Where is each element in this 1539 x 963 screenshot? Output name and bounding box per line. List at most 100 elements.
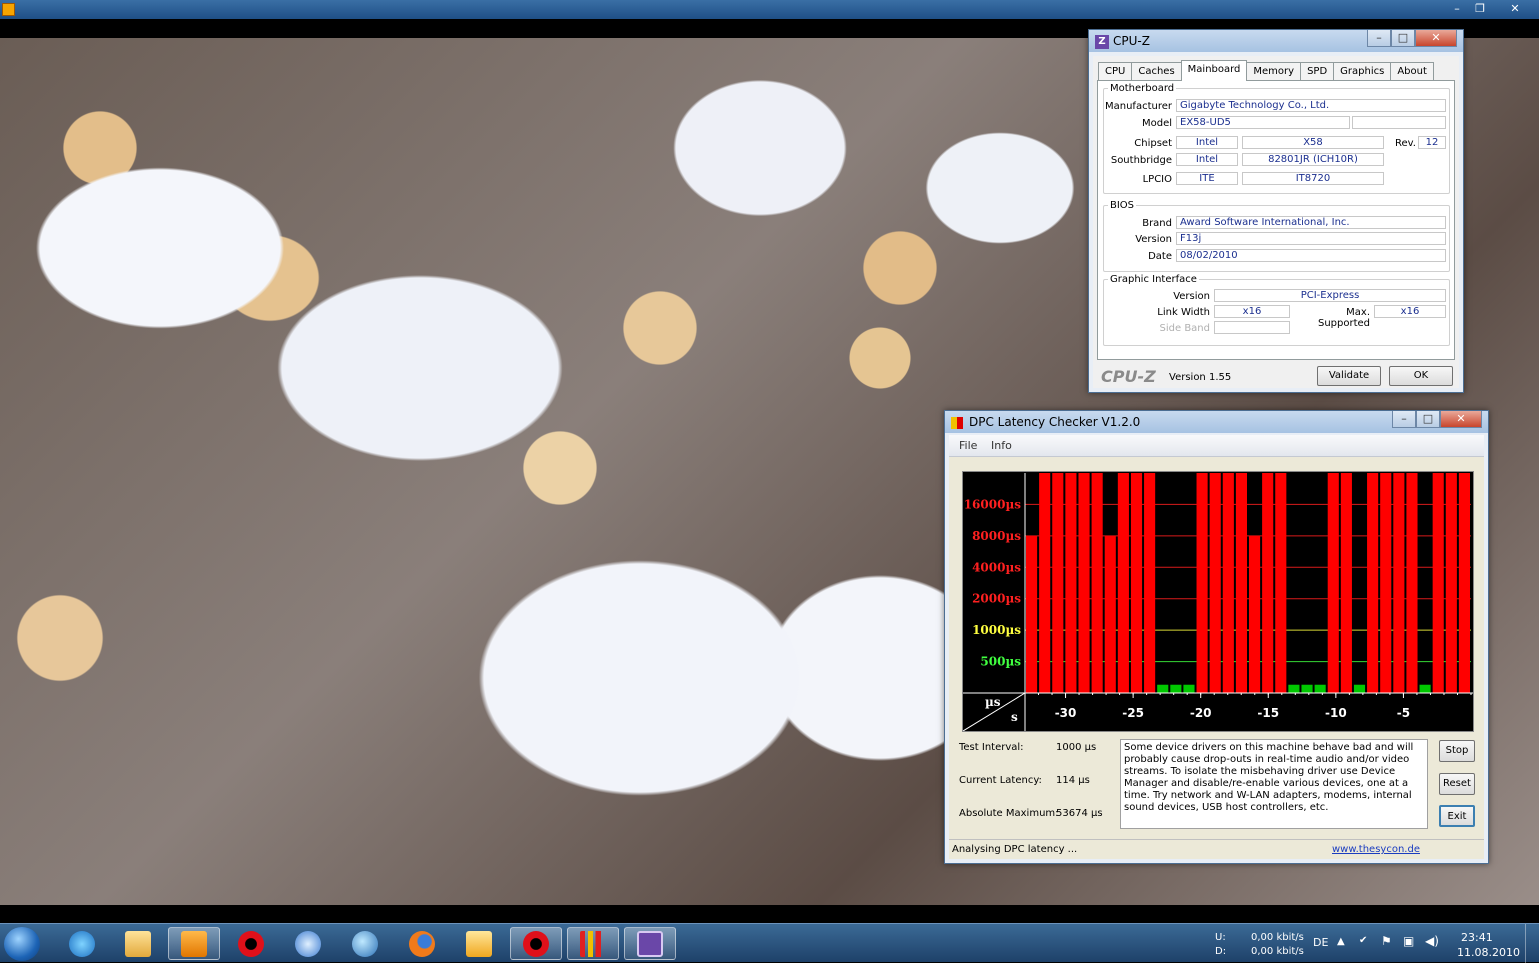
latency-bar-1 <box>1039 473 1051 693</box>
dpc-info-panel: Test Interval: 1000 µs Current Latency: … <box>949 736 1484 836</box>
x-tick-label-0: -30 <box>1055 706 1077 720</box>
test-interval-value: 1000 µs <box>1056 742 1097 753</box>
taskbar-firefox[interactable] <box>396 927 448 960</box>
southbridge-vendor: Intel <box>1176 153 1238 166</box>
latency-bar-22 <box>1314 684 1326 693</box>
tray-expand-icon[interactable]: ▲ <box>1337 936 1345 947</box>
taskbar-ie[interactable] <box>56 927 108 960</box>
latency-bar-20 <box>1288 684 1300 693</box>
latency-bar-19 <box>1275 473 1287 693</box>
cpuz-window: Z CPU-Z – □ ✕ CPU Caches Mainboard Memor… <box>1088 29 1464 393</box>
graphic-interface-legend: Graphic Interface <box>1110 274 1197 285</box>
current-latency-label: Current Latency: <box>959 775 1042 786</box>
latency-bar-25 <box>1353 684 1366 693</box>
minimize-icon[interactable]: – <box>1392 411 1416 428</box>
taskbar-media-player[interactable] <box>168 927 220 960</box>
show-desktop-button[interactable] <box>1525 924 1539 963</box>
gi-version-label: Version <box>1173 291 1210 302</box>
taskbar-cpuz[interactable] <box>624 927 676 960</box>
latency-bar-15 <box>1222 473 1234 693</box>
taskbar-globe[interactable] <box>339 927 391 960</box>
s-app-icon <box>295 930 321 957</box>
player-titlebar: – ❐ ✕ <box>0 0 1539 19</box>
latency-bar-9 <box>1144 473 1156 693</box>
cpuz-tabs: CPU Caches Mainboard Memory SPD Graphics… <box>1098 60 1434 81</box>
tab-caches[interactable]: Caches <box>1131 62 1182 80</box>
latency-chart: 16000µs 8000µs 4000µs 2000µs 1000µs 500µs µs s -… <box>962 471 1474 732</box>
taskbar-dpc-checker[interactable] <box>567 927 619 960</box>
tab-about[interactable]: About <box>1390 62 1434 80</box>
restore-icon[interactable]: ❐ <box>1471 1 1489 17</box>
validate-button[interactable]: Validate <box>1317 366 1381 386</box>
network-icon[interactable]: ▣ <box>1403 934 1414 948</box>
current-latency-value: 114 µs <box>1056 775 1090 786</box>
menu-file[interactable]: File <box>959 439 977 452</box>
taskbar-opera-2[interactable] <box>510 927 562 960</box>
taskbar-opera[interactable] <box>225 927 277 960</box>
latency-bar-29 <box>1406 473 1418 693</box>
side-band-value <box>1214 321 1290 334</box>
maximize-icon[interactable]: □ <box>1416 411 1440 428</box>
bios-version-value: F13j <box>1176 232 1446 245</box>
opera-icon <box>523 930 549 957</box>
dpc-titlebar[interactable]: DPC Latency Checker V1.2.0 – □ ✕ <box>945 411 1488 433</box>
latency-bar-31 <box>1432 473 1444 693</box>
clock-time[interactable]: 23:41 <box>1461 931 1493 944</box>
bios-legend: BIOS <box>1110 200 1135 211</box>
firefox-icon <box>409 930 435 957</box>
y-tick-label-5: 500µs <box>980 655 1021 669</box>
tab-cpu[interactable]: CPU <box>1098 62 1133 80</box>
thesycon-link[interactable]: www.thesycon.de <box>1332 844 1420 855</box>
chipset-label: Chipset <box>1134 138 1172 149</box>
stop-button[interactable]: Stop <box>1439 740 1475 762</box>
dpc-title: DPC Latency Checker V1.2.0 <box>969 415 1141 429</box>
flag-icon[interactable]: ⚑ <box>1381 934 1392 948</box>
close-icon[interactable]: ✕ <box>1506 1 1524 17</box>
tab-memory[interactable]: Memory <box>1246 62 1302 80</box>
lpcio-label: LPCIO <box>1142 174 1172 185</box>
cpuz-titlebar[interactable]: Z CPU-Z – □ ✕ <box>1089 30 1463 52</box>
bios-date-label: Date <box>1148 251 1172 262</box>
bios-brand-value: Award Software International, Inc. <box>1176 216 1446 229</box>
manufacturer-value: Gigabyte Technology Co., Ltd. <box>1176 99 1446 112</box>
latency-bar-27 <box>1380 473 1392 693</box>
latency-bar-7 <box>1117 473 1129 693</box>
opera-icon <box>238 930 264 957</box>
taskbar-app-s[interactable] <box>282 927 334 960</box>
system-tray: U: D: 0,00 kbit/s 0,00 kbit/s DE ▲ ✔ ⚑ ▣… <box>1199 924 1539 963</box>
latency-bar-12 <box>1183 684 1195 693</box>
start-button[interactable] <box>4 927 40 961</box>
dpc-menubar: File Info <box>949 435 1484 457</box>
tab-spd[interactable]: SPD <box>1300 62 1335 80</box>
latency-bar-28 <box>1393 473 1405 693</box>
exit-button[interactable]: Exit <box>1439 805 1475 827</box>
tab-mainboard[interactable]: Mainboard <box>1180 60 1248 81</box>
latency-bar-11 <box>1170 684 1182 693</box>
security-icon[interactable]: ✔ <box>1359 935 1367 946</box>
x-tick-label-4: -10 <box>1325 706 1347 720</box>
menu-info[interactable]: Info <box>991 439 1012 452</box>
close-icon[interactable]: ✕ <box>1440 411 1482 428</box>
reset-button[interactable]: Reset <box>1439 773 1475 795</box>
chipset-value: X58 <box>1242 136 1384 149</box>
cpuz-app-icon: Z <box>1095 35 1109 49</box>
minimize-icon[interactable]: – <box>1367 30 1391 47</box>
latency-bar-14 <box>1209 473 1221 693</box>
ok-button[interactable]: OK <box>1389 366 1453 386</box>
taskbar-outlook[interactable] <box>453 927 505 960</box>
taskbar-explorer[interactable] <box>112 927 164 960</box>
mainboard-panel: Motherboard Manufacturer Gigabyte Techno… <box>1097 80 1455 360</box>
latency-bar-17 <box>1249 535 1261 693</box>
tab-graphics[interactable]: Graphics <box>1333 62 1392 80</box>
maximize-icon[interactable]: □ <box>1391 30 1415 47</box>
latency-bar-18 <box>1262 473 1274 693</box>
clock-date[interactable]: 11.08.2010 <box>1457 946 1520 959</box>
language-indicator[interactable]: DE <box>1313 936 1328 949</box>
latency-chart-svg: 16000µs 8000µs 4000µs 2000µs 1000µs 500µs µss -… <box>962 473 1473 732</box>
dpc-window: DPC Latency Checker V1.2.0 – □ ✕ File In… <box>944 410 1489 864</box>
latency-bar-26 <box>1367 473 1379 693</box>
minimize-icon[interactable]: – <box>1448 1 1466 17</box>
volume-icon[interactable]: ◀) <box>1425 934 1439 948</box>
close-icon[interactable]: ✕ <box>1415 30 1457 47</box>
y-tick-label-3: 2000µs <box>972 592 1021 606</box>
